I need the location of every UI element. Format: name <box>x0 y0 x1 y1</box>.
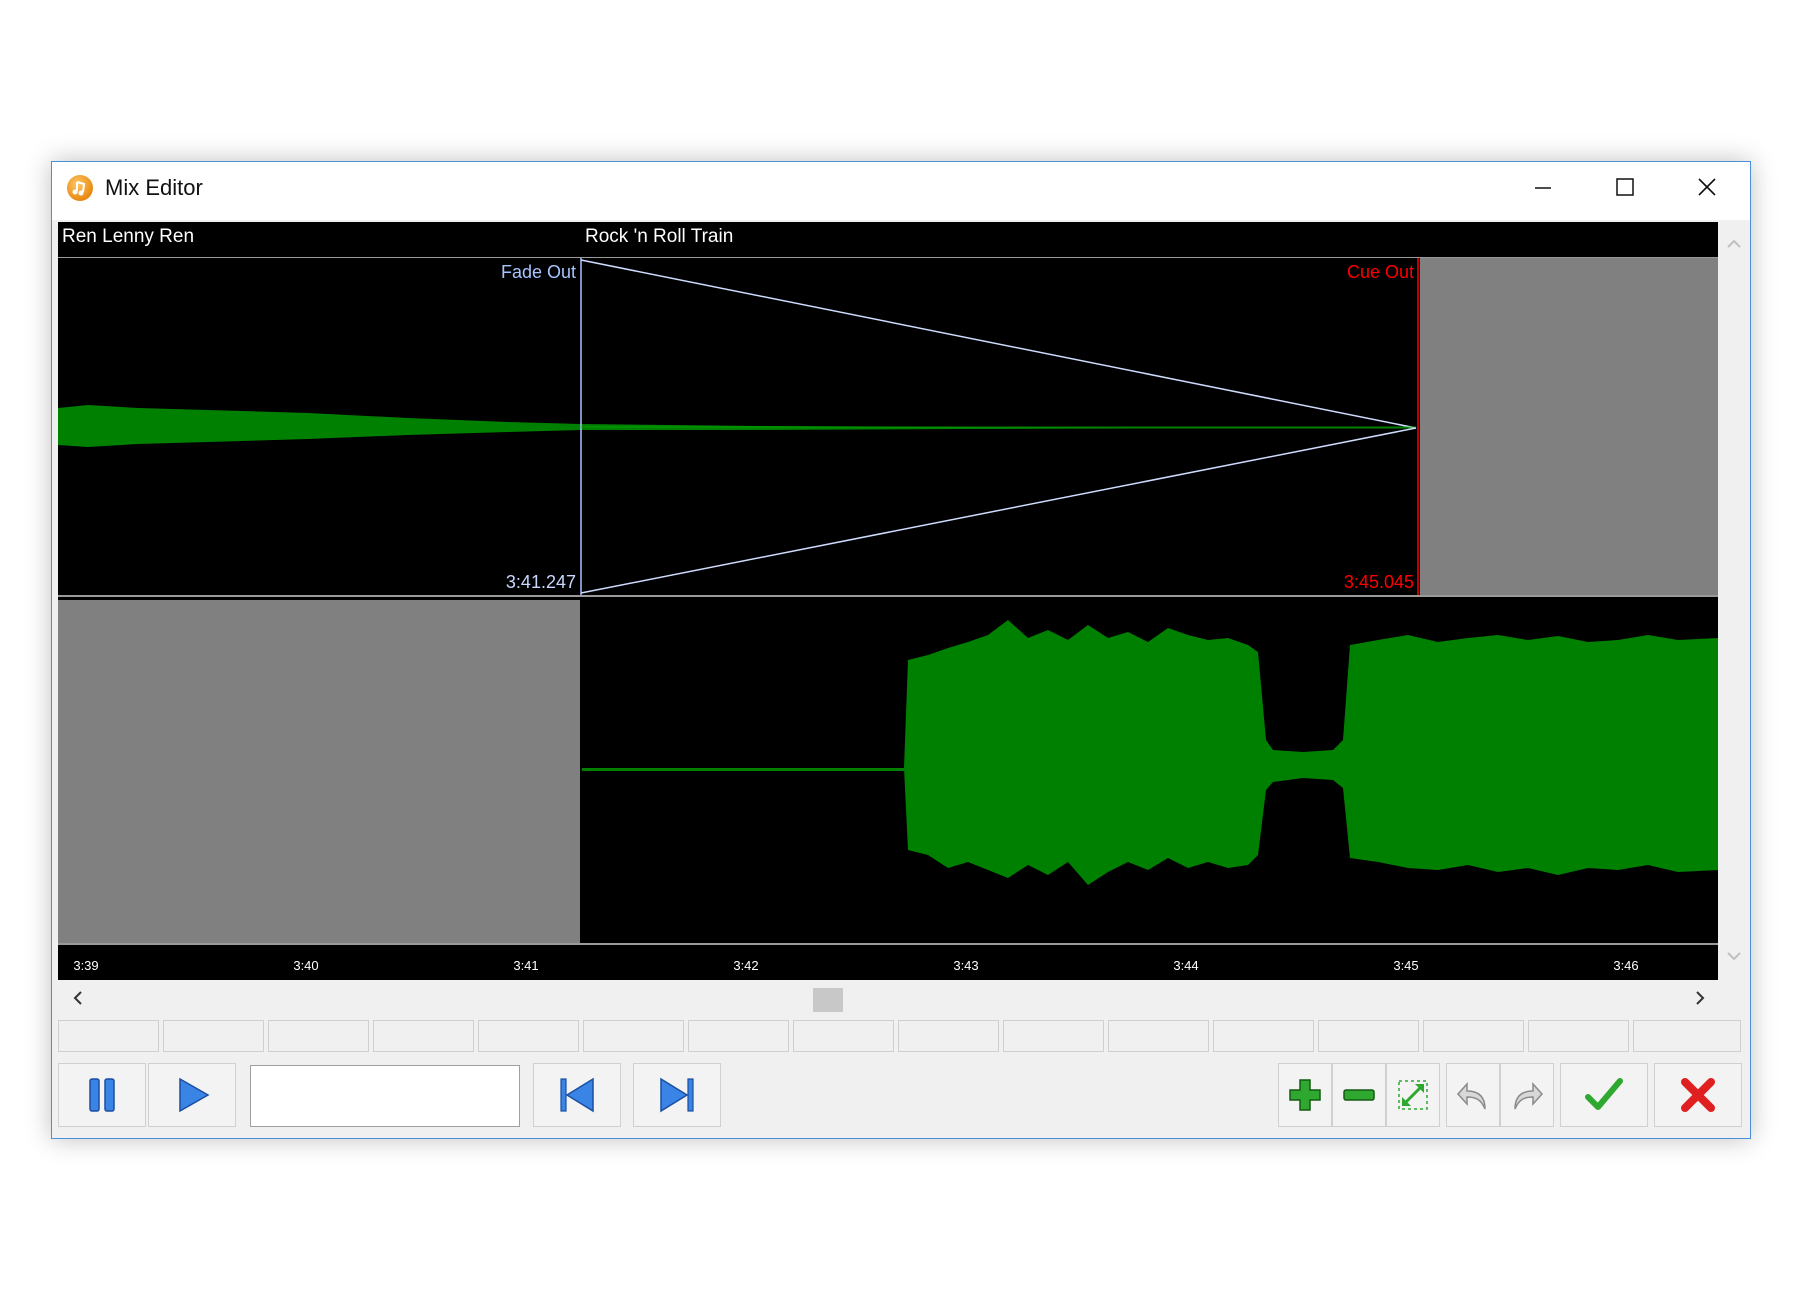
status-cell <box>163 1020 264 1052</box>
horizontal-scrollbar[interactable] <box>58 980 1718 1014</box>
confirm-icon <box>1585 1078 1623 1110</box>
zoom-out-icon <box>1343 1089 1375 1101</box>
time-input[interactable] <box>250 1065 520 1127</box>
close-icon <box>1698 178 1716 196</box>
vertical-scrollbar[interactable] <box>1720 222 1748 980</box>
skip-forward-icon <box>660 1077 694 1113</box>
outgoing-track-lane[interactable]: Fade Out 3:41.247 Cue Out 3:45.045 <box>58 257 1718 597</box>
undo-button[interactable] <box>1446 1063 1500 1127</box>
status-bar <box>58 1020 1748 1054</box>
window-title: Mix Editor <box>105 175 203 200</box>
outgoing-track-title: Ren Lenny Ren <box>62 226 195 247</box>
minimize-button[interactable] <box>1504 162 1582 212</box>
fade-envelope-lower <box>580 427 1417 594</box>
skip-back-button[interactable] <box>533 1063 621 1127</box>
skip-forward-button[interactable] <box>633 1063 721 1127</box>
incoming-track-title: Rock 'n Roll Train <box>585 226 734 247</box>
fade-envelope-upper <box>580 259 1417 429</box>
scroll-right-icon[interactable] <box>1688 984 1712 1012</box>
cue-out-time: 3:45.045 <box>1343 572 1414 592</box>
status-cell <box>1318 1020 1419 1052</box>
waveform-editor[interactable]: Ren Lenny Ren Rock 'n Roll Train Fade Ou… <box>58 222 1718 980</box>
status-cell <box>898 1020 999 1052</box>
zoom-fit-button[interactable] <box>1386 1063 1440 1127</box>
incoming-track-lane[interactable] <box>58 600 1718 945</box>
scroll-up-icon[interactable] <box>1720 232 1748 256</box>
cancel-button[interactable] <box>1654 1063 1742 1127</box>
timeline-tick: 3:40 <box>293 958 319 973</box>
status-cell <box>1528 1020 1629 1052</box>
status-cell <box>373 1020 474 1052</box>
skip-back-icon <box>560 1077 594 1113</box>
timeline-tick: 3:42 <box>733 958 759 973</box>
maximize-icon <box>1616 178 1634 196</box>
maximize-button[interactable] <box>1586 162 1664 212</box>
redo-icon <box>1514 1082 1544 1110</box>
timeline-tick: 3:41 <box>513 958 539 973</box>
timeline-tick: 3:43 <box>953 958 979 973</box>
status-cell <box>688 1020 789 1052</box>
transport-toolbar <box>58 1059 1748 1135</box>
zoom-in-icon <box>1289 1079 1321 1111</box>
timeline-tick: 3:39 <box>73 958 99 973</box>
pause-icon <box>89 1078 115 1112</box>
fade-out-time: 3:41.247 <box>505 572 576 592</box>
status-cell <box>268 1020 369 1052</box>
status-cell <box>1003 1020 1104 1052</box>
scroll-down-icon[interactable] <box>1720 944 1748 968</box>
app-logo-icon <box>67 175 93 201</box>
timeline-ruler[interactable]: 3:39 3:40 3:41 3:42 3:43 3:44 3:45 3:46 <box>58 946 1718 980</box>
status-cell <box>583 1020 684 1052</box>
close-button[interactable] <box>1668 162 1746 212</box>
timeline-tick: 3:45 <box>1393 958 1419 973</box>
timeline-tick: 3:44 <box>1173 958 1199 973</box>
title-bar[interactable]: Mix Editor <box>52 162 1750 220</box>
status-cell <box>58 1020 159 1052</box>
cancel-icon <box>1681 1078 1715 1112</box>
play-button[interactable] <box>148 1063 236 1127</box>
outgoing-waveform <box>58 258 1419 595</box>
status-cell <box>1423 1020 1524 1052</box>
mix-editor-window: Mix Editor Ren Lenny Ren Rock 'n Roll Tr… <box>51 161 1751 1139</box>
horizontal-scroll-thumb[interactable] <box>813 988 843 1012</box>
play-icon <box>179 1077 210 1113</box>
status-cell <box>478 1020 579 1052</box>
zoom-out-button[interactable] <box>1332 1063 1386 1127</box>
status-cell <box>1633 1020 1741 1052</box>
undo-icon <box>1456 1082 1486 1110</box>
status-cell <box>1213 1020 1314 1052</box>
status-cell <box>793 1020 894 1052</box>
zoom-fit-icon <box>1398 1080 1428 1110</box>
redo-button[interactable] <box>1500 1063 1554 1127</box>
zoom-in-button[interactable] <box>1278 1063 1332 1127</box>
incoming-waveform <box>582 620 1718 885</box>
pause-button[interactable] <box>58 1063 146 1127</box>
scroll-left-icon[interactable] <box>66 984 90 1012</box>
cue-out-label: Cue Out <box>1346 262 1414 282</box>
minimize-icon <box>1535 187 1551 189</box>
status-cell <box>1108 1020 1209 1052</box>
fade-out-label: Fade Out <box>500 262 576 282</box>
confirm-button[interactable] <box>1560 1063 1648 1127</box>
timeline-tick: 3:46 <box>1613 958 1639 973</box>
